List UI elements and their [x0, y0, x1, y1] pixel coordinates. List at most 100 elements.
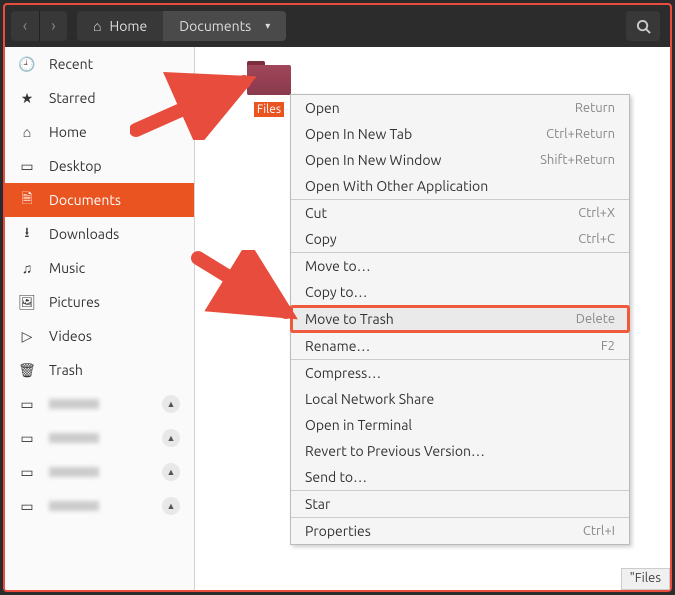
eject-icon[interactable]: ▲: [162, 395, 180, 413]
menu-item-label: Star: [305, 496, 330, 512]
menu-item-compress[interactable]: Compress…: [291, 360, 629, 386]
home-icon: ⌂: [19, 124, 35, 140]
breadcrumb-documents[interactable]: Documents ▾: [163, 11, 286, 41]
sidebar-item-pictures[interactable]: 🖼 Pictures: [5, 285, 194, 319]
menu-item-label: Open: [305, 100, 340, 116]
menu-item-star[interactable]: Star: [291, 491, 629, 517]
menu-item-send-to[interactable]: Send to…: [291, 464, 629, 490]
sidebar-item-disk[interactable]: ▭▲: [5, 387, 194, 421]
trash-icon: 🗑: [19, 362, 35, 379]
menu-item-local-network-share[interactable]: Local Network Share: [291, 386, 629, 412]
menu-item-move-to[interactable]: Move to…: [291, 253, 629, 279]
breadcrumb: ⌂ Home Documents ▾: [77, 11, 286, 41]
menu-item-label: Cut: [305, 205, 327, 221]
music-icon: ♫: [19, 260, 35, 276]
sidebar-item-label: Starred: [49, 90, 96, 106]
menu-item-copy-to[interactable]: Copy to…: [291, 279, 629, 305]
sidebar-item-desktop[interactable]: ▭ Desktop: [5, 149, 194, 183]
menu-item-shortcut: Ctrl+I: [583, 524, 615, 538]
eject-icon[interactable]: ▲: [162, 497, 180, 515]
menu-item-label: Compress…: [305, 365, 381, 381]
back-button[interactable]: ‹: [11, 11, 39, 41]
context-menu: OpenReturnOpen In New TabCtrl+ReturnOpen…: [290, 94, 630, 545]
menu-item-label: Open With Other Application: [305, 178, 488, 194]
sidebar-item-label: Music: [49, 260, 85, 276]
menu-item-cut[interactable]: Cut Ctrl+X: [291, 200, 629, 226]
sidebar-item-videos[interactable]: ▷Videos: [5, 319, 194, 353]
menu-item-shortcut: F2: [601, 339, 615, 353]
statusbar: "Files: [621, 568, 670, 590]
menu-item-open-in-new-tab[interactable]: Open In New Tab Ctrl+Return: [291, 121, 629, 147]
sidebar-item-disk[interactable]: ▭▲: [5, 489, 194, 523]
menu-item-copy[interactable]: Copy Ctrl+C: [291, 226, 629, 252]
titlebar: ‹ › ⌂ Home Documents ▾: [5, 5, 670, 47]
downloads-icon: ⭳: [19, 222, 35, 246]
sidebar-item-label: Downloads: [49, 226, 119, 242]
sidebar-item-label: Documents: [49, 192, 121, 208]
sidebar-item-label: [49, 467, 99, 477]
menu-item-label: Properties: [305, 523, 371, 539]
menu-item-label: Move to Trash: [305, 311, 394, 327]
sidebar-item-label: [49, 399, 99, 409]
sidebar-item-recent[interactable]: 🕘 Recent: [5, 47, 194, 81]
search-icon: [636, 19, 651, 34]
sidebar-item-trash[interactable]: 🗑 Trash: [5, 353, 194, 387]
menu-item-shortcut: Return: [575, 101, 615, 115]
statusbar-text: "Files: [630, 571, 661, 585]
sidebar-item-downloads[interactable]: ⭳ Downloads: [5, 217, 194, 251]
sidebar-item-label: [49, 433, 99, 443]
menu-item-shortcut: Ctrl+X: [578, 206, 615, 220]
menu-item-label: Open In New Tab: [305, 126, 412, 142]
starred-icon: ★: [19, 90, 35, 107]
menu-item-shortcut: Ctrl+Return: [546, 127, 615, 141]
home-icon: ⌂: [93, 18, 101, 34]
documents-icon: 🗎: [19, 188, 35, 212]
disk-icon: ▭: [19, 498, 35, 515]
menu-item-revert-to-previous-version[interactable]: Revert to Previous Version…: [291, 438, 629, 464]
sidebar-item-music[interactable]: ♫ Music: [5, 251, 194, 285]
sidebar-item-label: Home: [49, 124, 87, 140]
breadcrumb-label: Home: [109, 18, 147, 34]
menu-item-label: Open in Terminal: [305, 417, 412, 433]
menu-item-open[interactable]: Open Return: [291, 95, 629, 121]
videos-icon: ▷: [19, 328, 35, 345]
folder-item[interactable]: Files: [245, 59, 293, 117]
disk-icon: ▭: [19, 464, 35, 481]
sidebar-item-label: Pictures: [49, 294, 100, 310]
menu-item-label: Copy to…: [305, 284, 367, 300]
breadcrumb-home[interactable]: ⌂ Home: [77, 11, 163, 41]
menu-item-move-to-trash[interactable]: Move to TrashDelete: [291, 306, 629, 332]
menu-item-label: Rename…: [305, 338, 370, 354]
sidebar-item-disk[interactable]: ▭▲: [5, 455, 194, 489]
search-button[interactable]: [626, 11, 660, 41]
menu-item-label: Revert to Previous Version…: [305, 443, 485, 459]
menu-item-rename[interactable]: Rename… F2: [291, 333, 629, 359]
menu-item-open-with-other-application[interactable]: Open With Other Application: [291, 173, 629, 199]
sidebar-item-label: Recent: [49, 56, 93, 72]
disk-icon: ▭: [19, 430, 35, 447]
eject-icon[interactable]: ▲: [162, 463, 180, 481]
chevron-down-icon: ▾: [265, 20, 270, 32]
chevron-right-icon: ›: [51, 17, 56, 35]
sidebar-item-disk[interactable]: ▭▲: [5, 421, 194, 455]
sidebar-item-starred[interactable]: ★ Starred: [5, 81, 194, 115]
eject-icon[interactable]: ▲: [162, 429, 180, 447]
menu-item-shortcut: Ctrl+C: [578, 232, 615, 246]
menu-item-label: Send to…: [305, 469, 367, 485]
disk-icon: ▭: [19, 396, 35, 413]
menu-item-open-in-new-window[interactable]: Open In New Window Shift+Return: [291, 147, 629, 173]
sidebar-item-label: Desktop: [49, 158, 102, 174]
menu-item-label: Open In New Window: [305, 152, 441, 168]
pictures-icon: 🖼: [19, 294, 35, 311]
sidebar-item-home[interactable]: ⌂ Home: [5, 115, 194, 149]
forward-button[interactable]: ›: [39, 11, 67, 41]
menu-item-label: Copy: [305, 231, 337, 247]
menu-item-shortcut: Shift+Return: [540, 153, 615, 167]
desktop-icon: ▭: [19, 158, 35, 175]
recent-icon: 🕘: [19, 56, 35, 73]
menu-item-open-in-terminal[interactable]: Open in Terminal: [291, 412, 629, 438]
sidebar-item-documents[interactable]: 🗎 Documents: [5, 183, 194, 217]
sidebar-item-label: Trash: [49, 362, 83, 378]
menu-item-properties[interactable]: Properties Ctrl+I: [291, 518, 629, 544]
folder-label: Files: [254, 102, 284, 117]
